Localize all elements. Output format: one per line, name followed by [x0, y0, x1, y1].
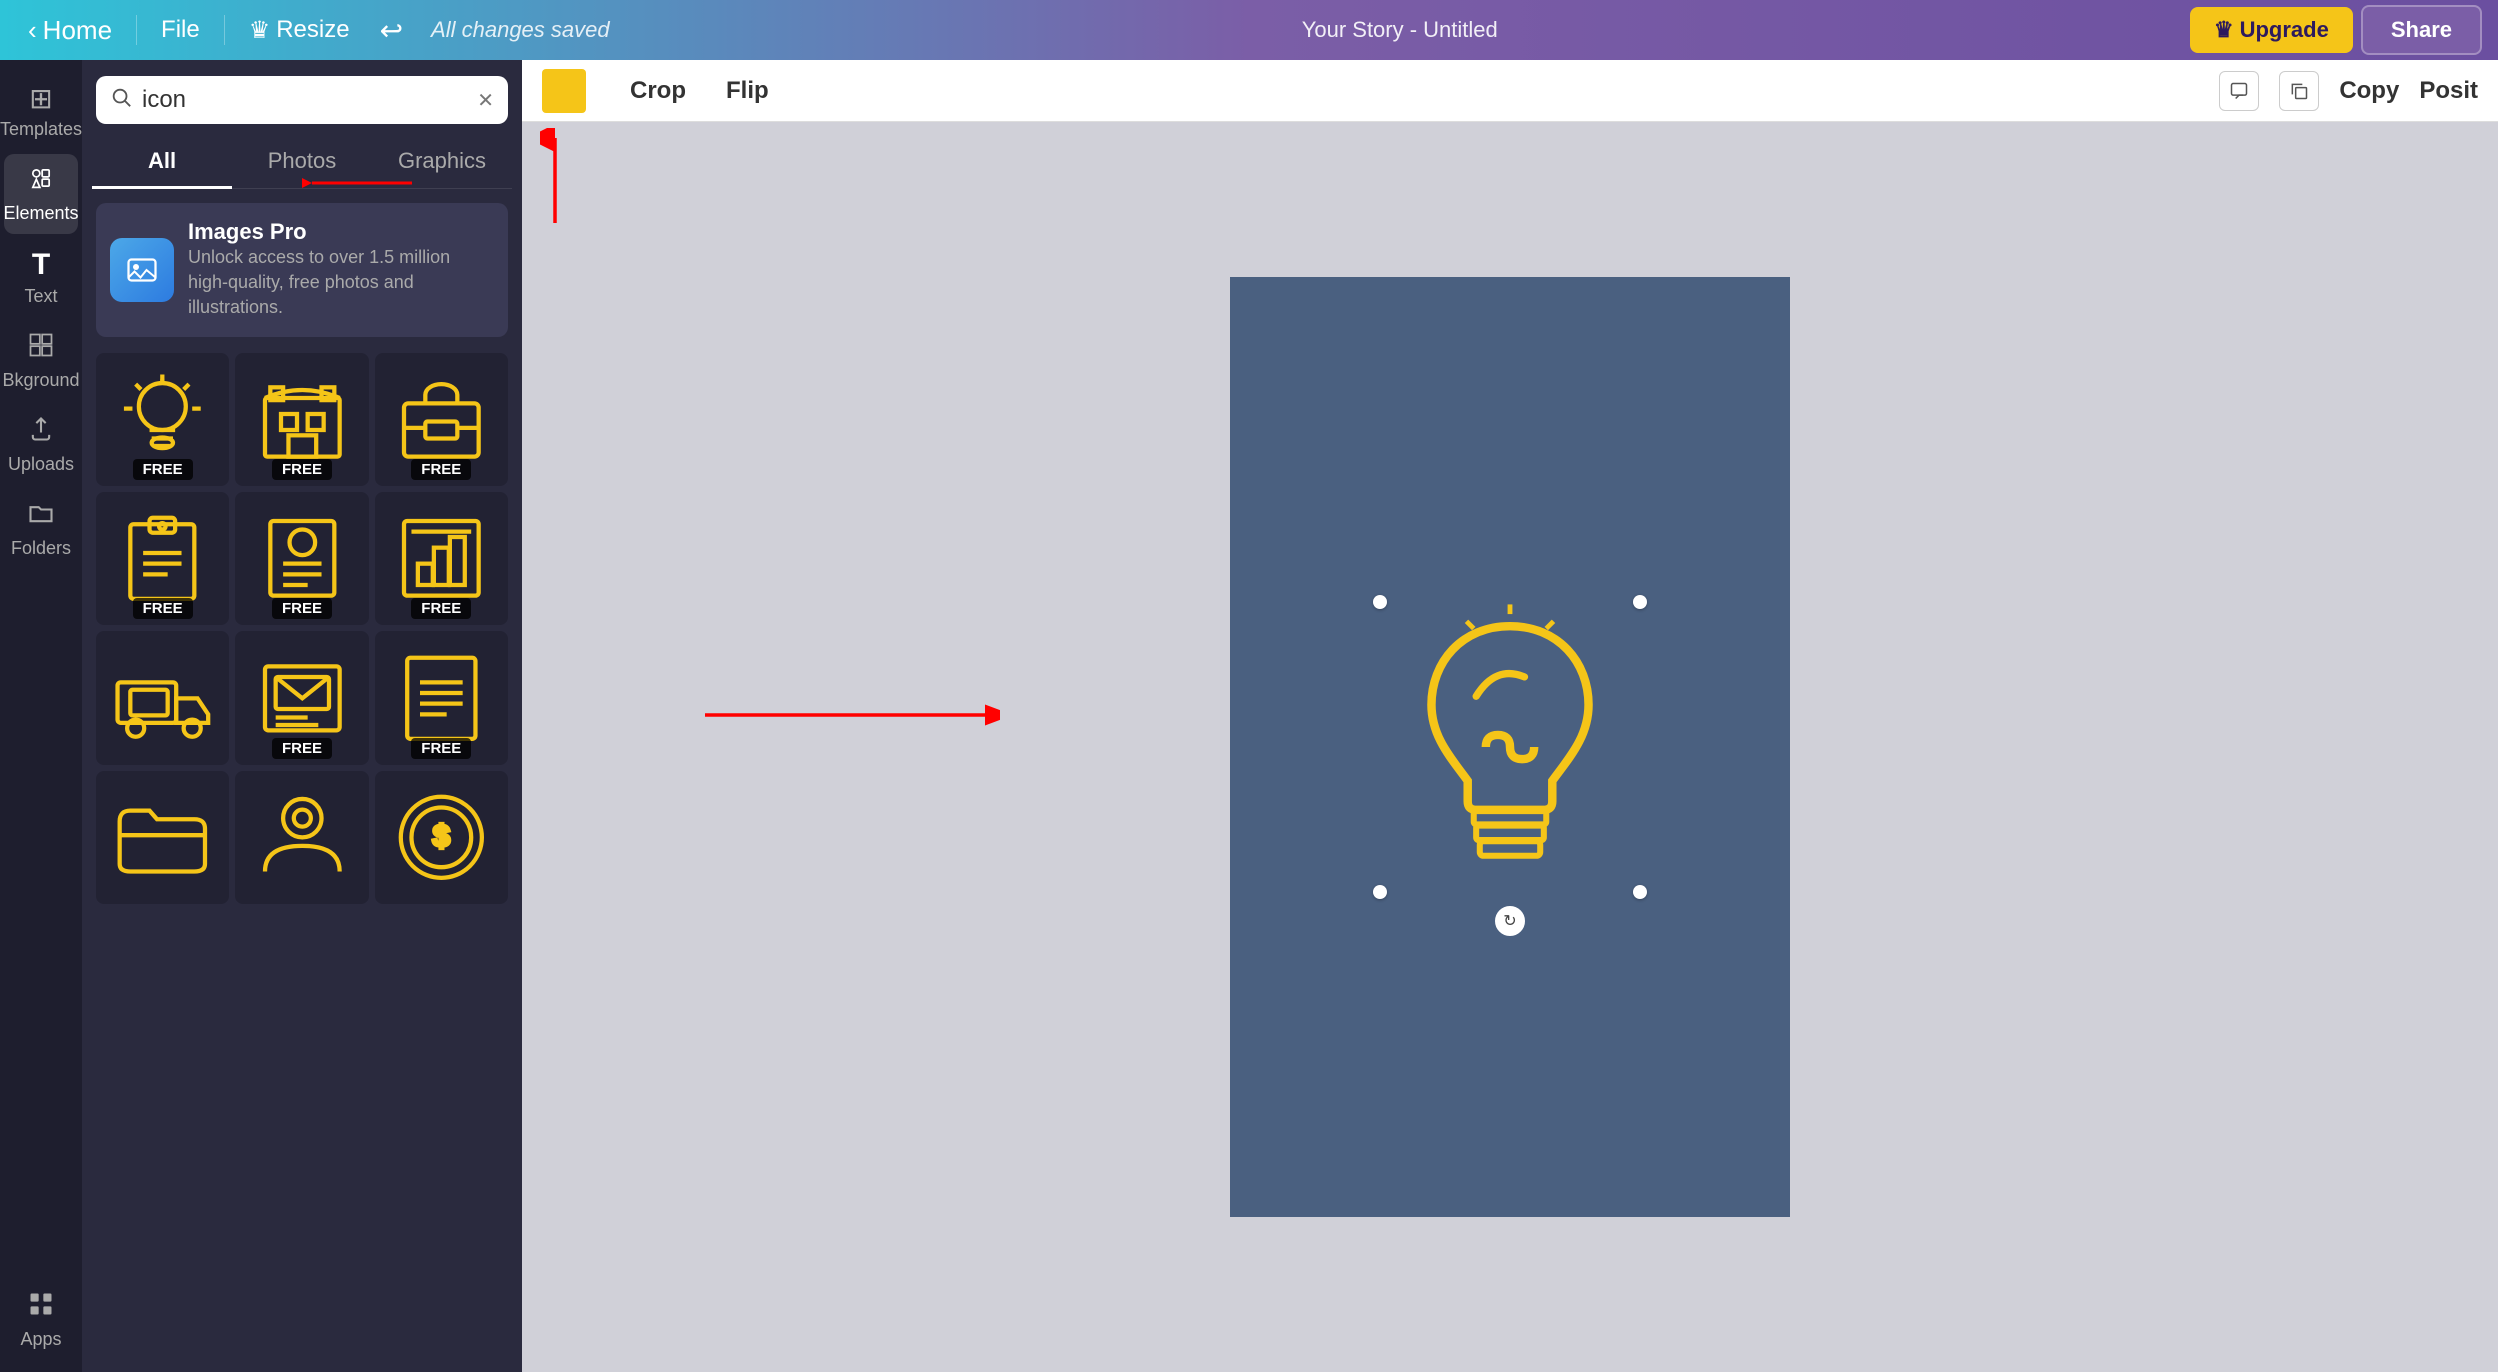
clear-search-button[interactable]: ✕	[477, 88, 494, 113]
nav-divider-1	[136, 15, 137, 45]
elements-icon	[27, 164, 55, 199]
home-button[interactable]: ‹ Home	[16, 9, 124, 52]
copy-button[interactable]: Copy	[2339, 77, 2399, 105]
sidebar-item-background[interactable]: Bkground	[4, 321, 78, 401]
free-badge-9: FREE	[411, 738, 471, 759]
duplicate-button[interactable]	[2279, 71, 2319, 111]
icon-item-5[interactable]: FREE	[235, 492, 368, 625]
icon-item-6[interactable]: FREE	[375, 492, 508, 625]
resize-handle-br[interactable]	[1633, 885, 1647, 899]
document-title: Your Story - Untitled	[1302, 17, 1498, 43]
uploads-icon	[27, 415, 55, 450]
selected-element-container[interactable]: ↻	[1380, 602, 1640, 892]
back-icon: ‹	[28, 15, 37, 46]
icon-item-1[interactable]: FREE	[96, 353, 229, 486]
icon-item-3[interactable]: FREE	[375, 353, 508, 486]
upgrade-crown-icon: ♛	[2214, 17, 2234, 43]
tab-all[interactable]: All	[92, 136, 232, 189]
navbar: ‹ Home File ♛ Resize ↩ All changes saved…	[0, 0, 2498, 60]
saved-status: All changes saved	[431, 17, 610, 43]
lightbulb-icon	[1380, 602, 1640, 892]
sidebar-item-uploads[interactable]: Uploads	[4, 405, 78, 485]
templates-icon: ⊞	[29, 82, 52, 115]
icon-item-10[interactable]	[96, 771, 229, 904]
icon-item-2[interactable]: FREE	[235, 353, 368, 486]
free-badge-2: FREE	[272, 459, 332, 480]
sidebar-label-uploads: Uploads	[8, 454, 74, 475]
icon-item-8[interactable]: FREE	[235, 631, 368, 764]
sidebar-label-folders: Folders	[11, 538, 71, 559]
nav-divider-2	[224, 15, 225, 45]
sidebar-label-elements: Elements	[3, 203, 78, 224]
icon-item-4[interactable]: FREE	[96, 492, 229, 625]
free-badge-1: FREE	[133, 459, 193, 480]
canvas-area: ↻	[522, 122, 2498, 1372]
toolbar-right-actions: Copy Posit	[2219, 71, 2478, 111]
sidebar-item-elements[interactable]: Elements	[4, 154, 78, 234]
free-badge-3: FREE	[411, 459, 471, 480]
sidebar-item-folders[interactable]: Folders	[4, 489, 78, 569]
undo-button[interactable]: ↩	[370, 8, 413, 53]
canvas-page[interactable]: ↻	[1230, 277, 1790, 1217]
promo-description: Unlock access to over 1.5 million high-q…	[188, 245, 494, 321]
promo-title: Images Pro	[188, 219, 494, 245]
text-icon: T	[32, 248, 50, 282]
free-badge-5: FREE	[272, 598, 332, 619]
sidebar: ⊞ Templates Elements T Text Bkground	[0, 60, 82, 1372]
sidebar-item-templates[interactable]: ⊞ Templates	[4, 72, 78, 150]
icon-item-9[interactable]: FREE	[375, 631, 508, 764]
sidebar-label-apps: Apps	[20, 1329, 61, 1350]
resize-handle-bl[interactable]	[1373, 885, 1387, 899]
free-badge-4: FREE	[133, 598, 193, 619]
upgrade-button[interactable]: ♛ Upgrade	[2190, 7, 2353, 53]
share-button[interactable]: Share	[2361, 5, 2482, 55]
free-badge-6: FREE	[411, 598, 471, 619]
icon-results-grid: FREE FREE FREE	[82, 353, 522, 1004]
images-pro-banner[interactable]: Images Pro Unlock access to over 1.5 mil…	[96, 203, 508, 337]
file-button[interactable]: File	[149, 10, 212, 50]
sidebar-item-apps[interactable]: Apps	[4, 1280, 78, 1360]
rotate-handle[interactable]: ↻	[1495, 906, 1525, 936]
tab-photos[interactable]: Photos	[232, 136, 372, 188]
home-label: Home	[43, 15, 112, 46]
resize-handle-tr[interactable]	[1633, 595, 1647, 609]
undo-icon: ↩	[380, 15, 403, 46]
background-icon	[27, 331, 55, 366]
resize-handle-tl[interactable]	[1373, 595, 1387, 609]
crown-icon: ♛	[249, 16, 271, 45]
resize-label: Resize	[276, 16, 349, 44]
secondary-toolbar: Crop Flip Copy Posit	[522, 60, 2498, 122]
sidebar-label-background: Bkground	[2, 370, 79, 391]
search-bar: ✕	[96, 76, 508, 124]
svg-text:$: $	[433, 820, 450, 853]
comment-button[interactable]	[2219, 71, 2259, 111]
apps-icon	[27, 1290, 55, 1325]
images-pro-icon	[110, 238, 174, 302]
crop-button[interactable]: Crop	[610, 69, 706, 113]
free-badge-8: FREE	[272, 738, 332, 759]
color-swatch[interactable]	[542, 69, 586, 113]
share-label: Share	[2391, 17, 2452, 42]
tab-graphics[interactable]: Graphics	[372, 136, 512, 188]
upgrade-label: Upgrade	[2240, 17, 2329, 43]
icon-item-12[interactable]: $	[375, 771, 508, 904]
folders-icon	[27, 499, 55, 534]
file-label: File	[161, 16, 200, 44]
sidebar-label-templates: Templates	[0, 119, 82, 140]
filter-tabs: All Photos Graphics	[92, 136, 512, 189]
search-icon	[110, 86, 132, 114]
flip-button[interactable]: Flip	[706, 69, 789, 113]
position-button[interactable]: Posit	[2419, 77, 2478, 105]
icon-item-7[interactable]	[96, 631, 229, 764]
sidebar-item-text[interactable]: T Text	[4, 238, 78, 317]
search-panel: ✕ All Photos Graphics Images Pro Unlock	[82, 60, 522, 1372]
sidebar-label-text: Text	[24, 286, 57, 307]
resize-button[interactable]: ♛ Resize	[237, 10, 362, 51]
search-input[interactable]	[142, 86, 467, 114]
icon-item-11[interactable]	[235, 771, 368, 904]
